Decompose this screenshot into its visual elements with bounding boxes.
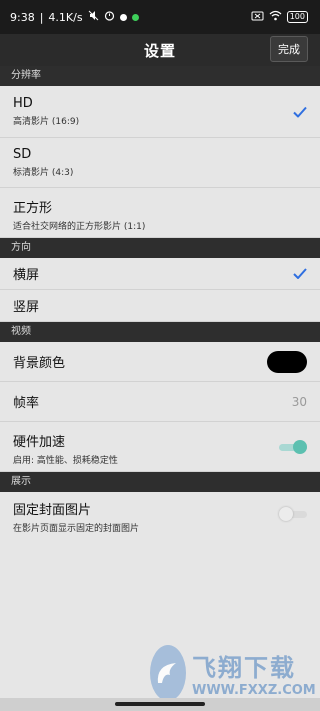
- option-landscape[interactable]: 横屏: [0, 258, 320, 290]
- option-sd-title: SD: [13, 147, 32, 162]
- done-button[interactable]: 完成: [270, 36, 308, 62]
- option-square-subtitle: 适合社交网络的正方形影片 (1:1): [13, 222, 146, 232]
- option-sd-subtitle: 标清影片 (4:3): [13, 168, 74, 178]
- section-header-video: 视频: [0, 322, 320, 342]
- option-hd-title: HD: [13, 96, 33, 111]
- hardware-acceleration-toggle[interactable]: [279, 439, 307, 454]
- sim-x-icon: [251, 10, 264, 24]
- checkmark-icon: [293, 258, 307, 290]
- watermark-url: WWW.FXXZ.COM: [192, 683, 316, 698]
- toggle-knob: [293, 439, 307, 454]
- nav-bar: 设置 完成: [0, 34, 320, 66]
- home-indicator[interactable]: [115, 702, 205, 706]
- alarm-icon: [104, 10, 115, 24]
- wifi-icon: [269, 10, 282, 24]
- section-header-resolution: 分辨率: [0, 66, 320, 86]
- option-portrait-title: 竖屏: [13, 300, 40, 315]
- status-time: 9:38: [10, 10, 35, 24]
- option-square-title: 正方形: [13, 201, 53, 216]
- status-left: 9:38 | 4.1K/s: [10, 10, 139, 24]
- checkmark-icon: [293, 102, 307, 121]
- frame-rate-label: 帧率: [13, 396, 40, 411]
- watermark: 飞翔下载 WWW.FXXZ.COM: [150, 640, 316, 706]
- status-right: 100: [251, 10, 308, 24]
- option-hd-subtitle: 高清影片 (16:9): [13, 117, 80, 127]
- fixed-cover-subtitle: 在影片页面显示固定的封面图片: [13, 524, 140, 534]
- page-title: 设置: [143, 41, 176, 60]
- option-hd[interactable]: HD 高清影片 (16:9): [0, 86, 320, 138]
- hardware-acceleration-label: 硬件加速: [13, 435, 66, 450]
- section-header-orientation: 方向: [0, 238, 320, 258]
- fixed-cover-toggle[interactable]: [279, 507, 307, 521]
- watermark-text: 飞翔下载 WWW.FXXZ.COM: [192, 648, 316, 698]
- status-divider: |: [39, 10, 44, 24]
- watermark-title: 飞翔下载: [192, 654, 296, 682]
- status-bar: 9:38 | 4.1K/s 100: [0, 0, 320, 34]
- toggle-knob: [279, 507, 293, 521]
- mute-icon: [88, 10, 99, 24]
- battery-icon: 100: [286, 11, 308, 23]
- network-speed: 4.1K/s: [48, 10, 83, 24]
- option-portrait[interactable]: 竖屏: [0, 290, 320, 322]
- home-bar: [0, 698, 320, 711]
- option-landscape-title: 横屏: [13, 268, 40, 283]
- hardware-acceleration-subtitle: 启用: 高性能、损耗稳定性: [13, 456, 118, 466]
- fixed-cover-label: 固定封面图片: [13, 503, 92, 518]
- fixed-cover-row[interactable]: 固定封面图片 在影片页面显示固定的封面图片: [0, 492, 320, 536]
- option-sd[interactable]: SD 标清影片 (4:3): [0, 138, 320, 188]
- green-dot-icon: [131, 13, 139, 21]
- frame-rate-row[interactable]: 帧率 30: [0, 382, 320, 422]
- frame-rate-value: 30: [291, 394, 307, 409]
- background-color-label: 背景颜色: [13, 356, 66, 371]
- section-header-display: 展示: [0, 472, 320, 492]
- hardware-acceleration-row[interactable]: 硬件加速 启用: 高性能、损耗稳定性: [0, 422, 320, 472]
- option-square[interactable]: 正方形 适合社交网络的正方形影片 (1:1): [0, 188, 320, 238]
- background-color-swatch[interactable]: [267, 350, 307, 373]
- notification-dot-icon: [119, 13, 127, 21]
- settings-list: 分辨率 HD 高清影片 (16:9) SD 标清影片 (4:3) 正方形 适合社…: [0, 66, 320, 536]
- background-color-row[interactable]: 背景颜色: [0, 342, 320, 382]
- watermark-logo-icon: [150, 645, 186, 701]
